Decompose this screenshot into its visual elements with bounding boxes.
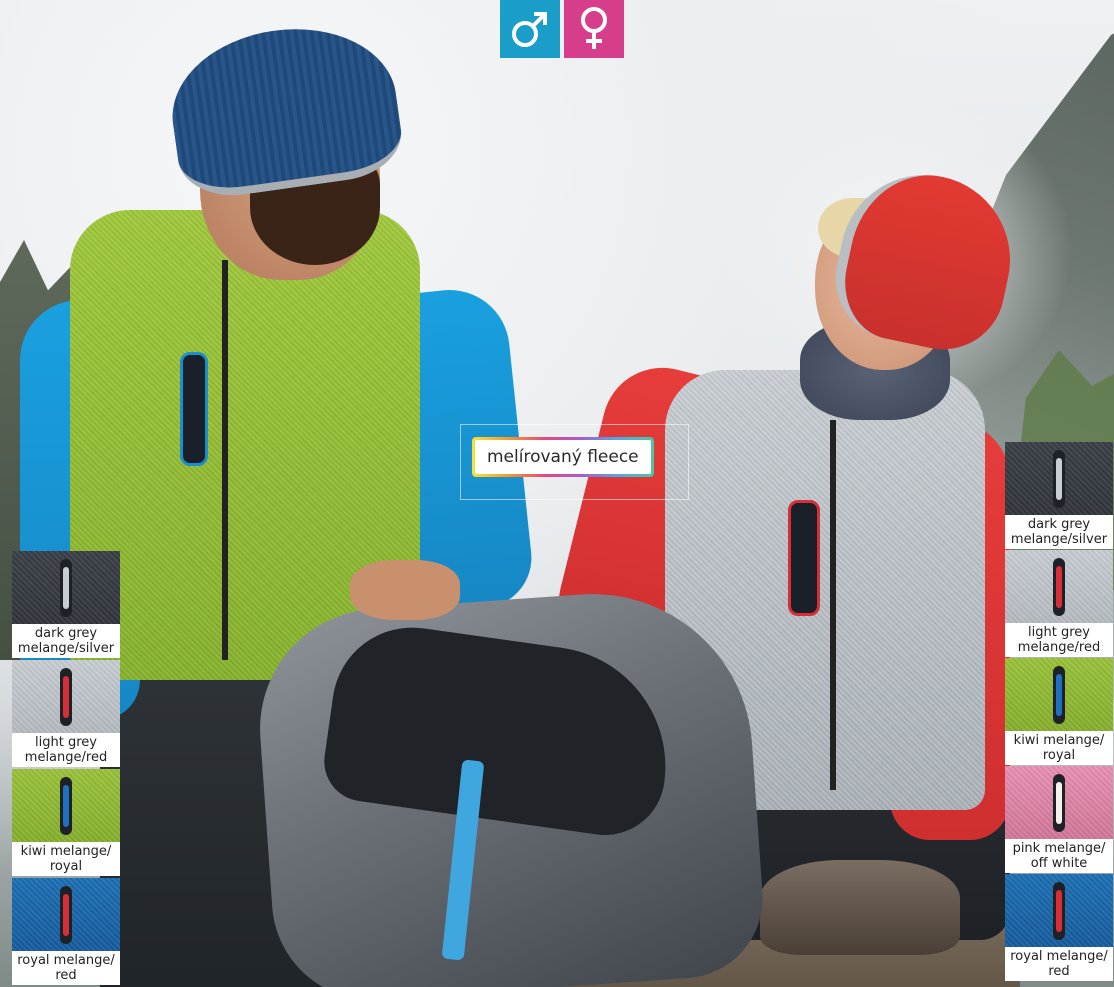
male-symbol-icon	[512, 12, 547, 47]
swatch-caption: light grey melange/red	[12, 733, 120, 767]
swatch-caption: royal melange/ red	[12, 951, 120, 985]
fleece-feature-label: melírovaný fleece	[472, 437, 654, 477]
man-vest-pocket	[180, 352, 208, 466]
man-vest-zipper	[222, 260, 228, 660]
zipper-pull	[1053, 558, 1065, 616]
man-hand	[350, 560, 460, 620]
swatch-caption: pink melange/ off white	[1005, 839, 1113, 873]
woman-hiking-shoe	[760, 860, 960, 955]
zipper-pull	[60, 668, 72, 726]
swatch-left-kiwi: kiwi melange/ royal	[12, 769, 120, 876]
swatch-caption: light grey melange/red	[1005, 623, 1113, 657]
swatch-left-light-grey: light grey melange/red	[12, 660, 120, 767]
fleece-feature-text: melírovaný fleece	[475, 440, 651, 474]
swatch-caption: kiwi melange/ royal	[1005, 731, 1113, 765]
zipper-pull	[1053, 450, 1065, 508]
zipper-pull	[60, 777, 72, 835]
zipper-pull	[1053, 774, 1065, 832]
male-badge	[500, 0, 560, 58]
zipper-pull	[60, 559, 72, 617]
swatch-right-kiwi: kiwi melange/ royal	[1005, 658, 1113, 765]
swatch-caption: dark grey melange/silver	[12, 624, 120, 658]
swatch-caption: dark grey melange/silver	[1005, 515, 1113, 549]
swatch-left-dark-grey: dark grey melange/silver	[12, 551, 120, 658]
swatch-right-pink: pink melange/ off white	[1005, 766, 1113, 873]
swatch-left-royal: royal melange/ red	[12, 878, 120, 985]
woman-vest-zipper	[830, 420, 836, 790]
zipper-pull	[1053, 882, 1065, 940]
swatch-right-dark-grey: dark grey melange/silver	[1005, 442, 1113, 549]
female-badge	[564, 0, 624, 58]
zipper-pull	[60, 886, 72, 944]
swatch-right-royal: royal melange/ red	[1005, 874, 1113, 981]
female-symbol-icon	[581, 7, 607, 49]
zipper-pull	[1053, 666, 1065, 724]
swatch-right-light-grey: light grey melange/red	[1005, 550, 1113, 657]
swatch-caption: kiwi melange/ royal	[12, 842, 120, 876]
swatch-caption: royal melange/ red	[1005, 947, 1113, 981]
woman-vest-pocket	[788, 500, 820, 616]
